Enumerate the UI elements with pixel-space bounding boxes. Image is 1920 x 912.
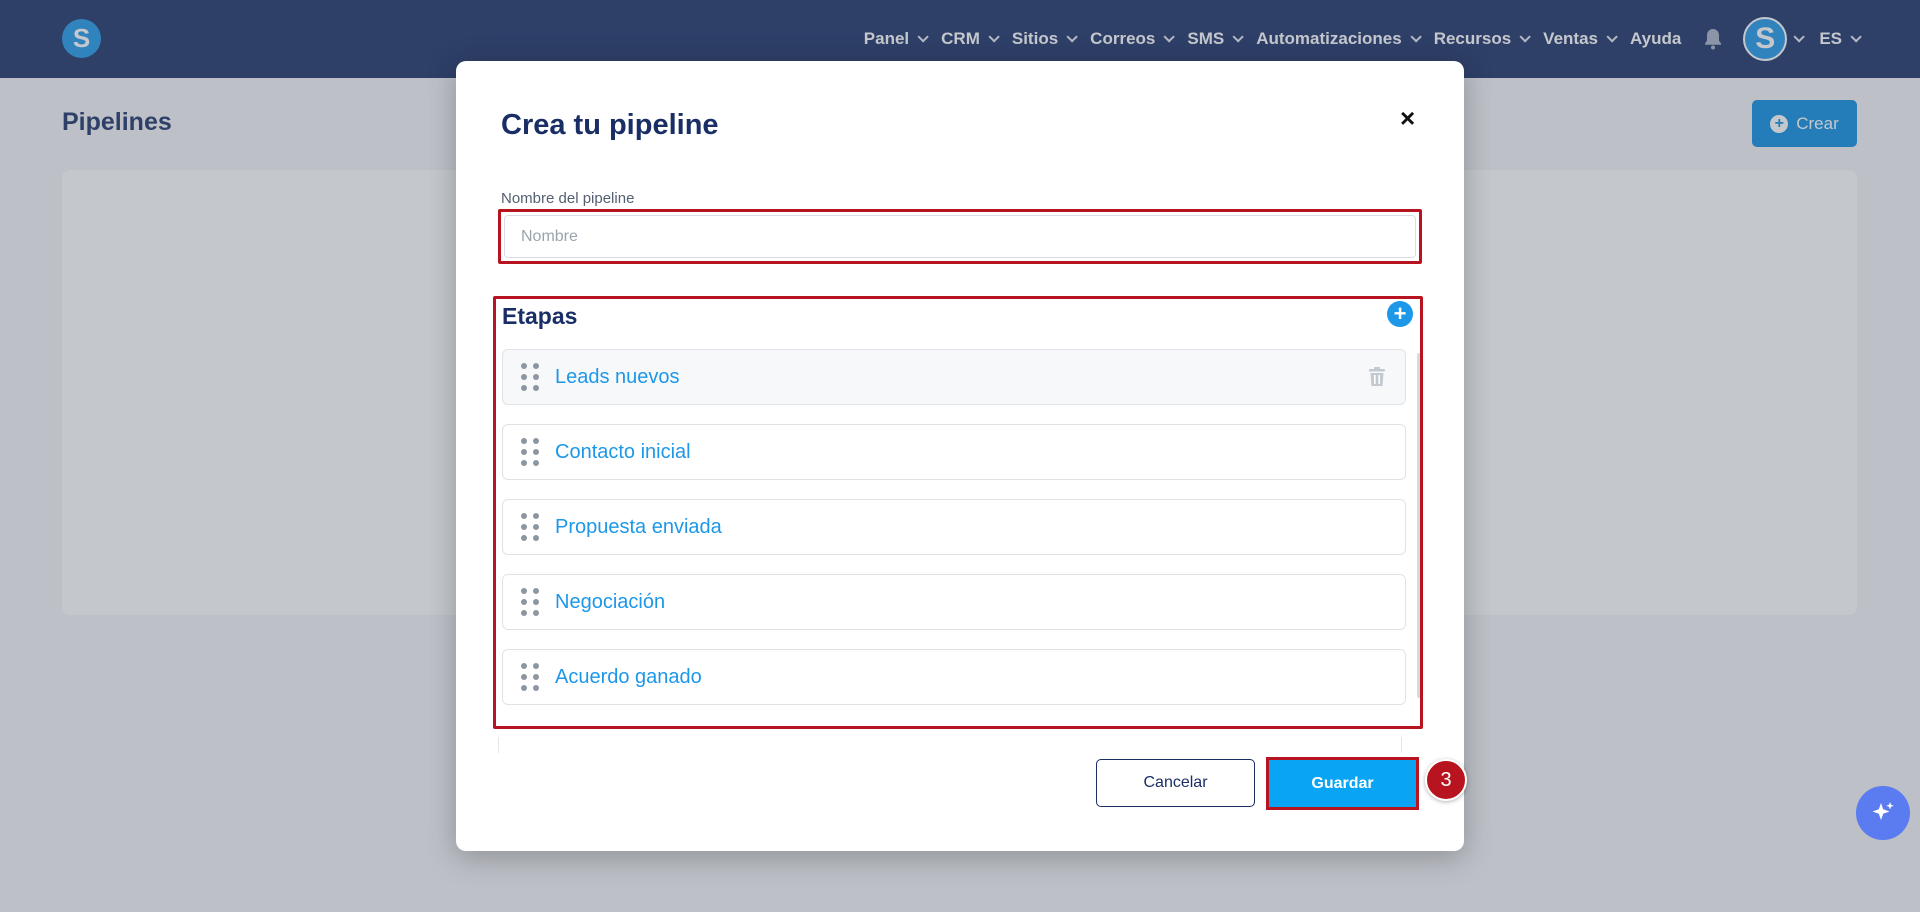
close-icon[interactable]: × xyxy=(1400,103,1415,134)
stage-row-partial xyxy=(498,737,1402,753)
add-stage-icon[interactable]: + xyxy=(1387,301,1413,327)
stage-name[interactable]: Propuesta enviada xyxy=(555,516,722,539)
drag-handle-icon[interactable] xyxy=(521,513,539,541)
save-button-highlight: Guardar xyxy=(1266,757,1419,810)
sparkle-icon xyxy=(1872,802,1894,820)
stage-row[interactable]: Negociación xyxy=(502,574,1406,630)
trash-icon[interactable] xyxy=(1369,367,1385,387)
stages-section: Etapas + Leads nuevos Contacto inicial P… xyxy=(493,296,1423,729)
modal-title: Crea tu pipeline xyxy=(501,109,719,141)
stage-row[interactable]: Contacto inicial xyxy=(502,424,1406,480)
drag-handle-icon[interactable] xyxy=(521,588,539,616)
step-badge: 3 xyxy=(1425,759,1467,801)
pipeline-name-highlight xyxy=(498,209,1422,264)
stages-title: Etapas xyxy=(502,303,578,329)
pipeline-name-input[interactable] xyxy=(504,215,1416,258)
drag-handle-icon[interactable] xyxy=(521,363,539,391)
stage-row[interactable]: Propuesta enviada xyxy=(502,499,1406,555)
stage-row[interactable]: Acuerdo ganado xyxy=(502,649,1406,705)
stage-name[interactable]: Negociación xyxy=(555,591,665,614)
stage-name[interactable]: Acuerdo ganado xyxy=(555,666,702,689)
drag-handle-icon[interactable] xyxy=(521,663,539,691)
stage-name[interactable]: Contacto inicial xyxy=(555,441,691,464)
stage-name[interactable]: Leads nuevos xyxy=(555,366,680,389)
drag-handle-icon[interactable] xyxy=(521,438,539,466)
ai-assistant-button[interactable] xyxy=(1856,786,1910,840)
stage-row[interactable]: Leads nuevos xyxy=(502,349,1406,405)
pipeline-name-label: Nombre del pipeline xyxy=(501,190,635,207)
create-pipeline-modal: Crea tu pipeline × Nombre del pipeline E… xyxy=(456,61,1467,851)
cancel-button[interactable]: Cancelar xyxy=(1096,759,1255,807)
save-button[interactable]: Guardar xyxy=(1269,760,1416,807)
stages-scrollbar[interactable] xyxy=(1417,353,1420,698)
